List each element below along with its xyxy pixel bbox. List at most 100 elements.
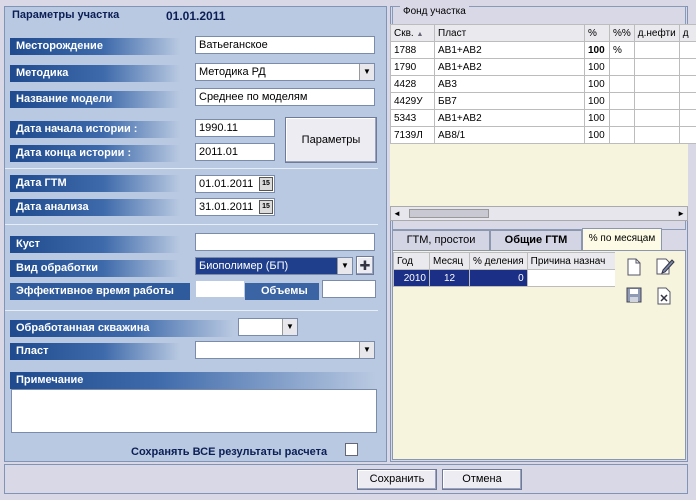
table-cell: 100 [584,41,610,59]
panel-date: 01.01.2011 [166,9,226,23]
table-cell [633,92,680,110]
history-start-input[interactable]: 1990.11 [195,119,275,137]
layer-select[interactable]: ▼ [195,341,375,359]
chevron-down-icon[interactable]: ▼ [359,342,374,358]
treated-well-label: Обработанная скважина [10,320,234,337]
table-cell: 100 [584,92,610,110]
treated-well-select[interactable]: ▼ [238,318,298,336]
table-cell: АВ1+АВ2 [434,41,585,59]
sort-icon: ▲ [416,30,424,38]
table-cell [609,75,635,93]
model-input[interactable]: Среднее по моделям [195,88,375,106]
method-value: Методика РД [199,66,266,78]
save-all-checkbox[interactable] [345,443,358,456]
table-cell [633,109,680,127]
table-cell [526,269,615,287]
field-label: Месторождение [10,38,180,55]
note-label: Примечание [10,372,376,389]
table-cell: 5343 [390,109,435,127]
column-header[interactable]: Пласт [434,24,585,42]
table-cell [678,126,696,144]
table-header-row: Год Месяц % деления Причина назнач [393,252,615,270]
column-header[interactable]: Скв. ▲ [390,24,435,42]
field-input[interactable]: Ватьеганское [195,36,375,54]
table-header-row: Скв. ▲ Пласт % %% д.нефти д [390,24,696,42]
tab-monthly-percent[interactable]: % по месяцам [582,228,662,250]
table-cell [609,109,635,127]
chevron-down-icon[interactable]: ▼ [337,258,352,274]
save-button[interactable]: Сохранить [357,469,437,490]
bush-input[interactable] [195,233,375,251]
table-cell [633,58,680,76]
volumes-label: Объемы [245,283,319,300]
save-icon[interactable] [625,287,643,305]
divider [5,168,378,169]
table-row[interactable]: 1790 АВ1+АВ2 100 [390,58,696,76]
cancel-button[interactable]: Отмена [442,469,522,490]
add-icon[interactable]: ✚ [356,256,374,275]
scroll-left-icon[interactable]: ◄ [393,207,401,220]
tab-general-gtm[interactable]: Общие ГТМ [490,230,582,250]
table-cell: АВ1+АВ2 [434,109,585,127]
divider [5,310,378,311]
eff-time-input[interactable] [195,280,245,298]
fund-title: Фонд участка [400,6,469,17]
fund-grid: Скв. ▲ Пласт % %% д.нефти д 1788 АВ1+АВ2… [390,24,696,206]
method-label: Методика [10,65,180,82]
gtm-date-label: Дата ГТМ [10,175,180,192]
table-cell: 2010 [393,269,430,287]
table-row[interactable]: 5343 АВ1+АВ2 100 [390,109,696,127]
gtm-date-value: 01.01.2011 [199,178,254,190]
table-cell [678,41,696,59]
delete-icon[interactable] [655,287,673,305]
new-document-icon[interactable] [625,258,643,276]
gtm-date-input[interactable]: 01.01.2011 15 [195,175,275,193]
table-row[interactable]: 7139Л АВ8/1 100 [390,126,696,144]
volumes-input[interactable] [322,280,376,298]
history-end-label: Дата конца истории : [10,145,180,162]
table-cell: 100 [584,109,610,127]
analysis-date-input[interactable]: 31.01.2011 15 [195,198,275,216]
table-cell: % [609,41,635,59]
table-cell [633,126,680,144]
table-row[interactable]: 1788 АВ1+АВ2 100 % [390,41,696,59]
table-cell: АВ1+АВ2 [434,58,585,76]
treatment-select[interactable]: Биополимер (БП) ▼ [195,257,353,275]
table-cell [678,58,696,76]
table-cell: 12 [429,269,470,287]
table-cell: 7139Л [390,126,435,144]
edit-icon[interactable] [655,256,675,275]
column-header[interactable]: % [584,24,610,42]
table-cell [678,75,696,93]
scroll-right-icon[interactable]: ► [677,207,685,220]
scroll-thumb[interactable] [409,209,489,218]
table-cell [633,41,680,59]
table-row[interactable]: 4429У БВ7 100 [390,92,696,110]
note-textarea[interactable] [11,389,377,433]
fund-hscrollbar[interactable]: ◄ ► [390,206,688,221]
column-header[interactable]: Причина назнач [526,252,615,270]
column-header[interactable]: % деления [469,252,528,270]
footer-bar [4,464,688,494]
table-row[interactable]: 4428 АВ3 100 [390,75,696,93]
save-all-label: Сохранять ВСЕ результаты расчета [131,446,328,458]
method-select[interactable]: Методика РД ▼ [195,63,375,81]
table-cell [678,109,696,127]
calendar-icon[interactable]: 15 [259,177,273,191]
tab-gtm-downtime[interactable]: ГТМ, простои [392,230,490,250]
column-header[interactable]: Год [393,252,430,270]
chevron-down-icon[interactable]: ▼ [282,319,297,335]
parameters-button[interactable]: Параметры [285,117,377,163]
calendar-icon[interactable]: 15 [259,200,273,214]
column-header[interactable]: д.нефти [633,24,680,42]
chevron-down-icon[interactable]: ▼ [359,64,374,80]
column-header[interactable]: Месяц [429,252,470,270]
table-row[interactable]: 2010 12 0 [393,269,615,287]
history-end-input[interactable]: 2011.01 [195,143,275,161]
column-header[interactable]: %% [609,24,635,42]
column-header[interactable]: д [678,24,696,42]
history-start-label: Дата начала истории : [10,121,180,138]
eff-time-label: Эффективное время работы [10,283,190,300]
table-cell: 0 [469,269,528,287]
table-cell: 4428 [390,75,435,93]
